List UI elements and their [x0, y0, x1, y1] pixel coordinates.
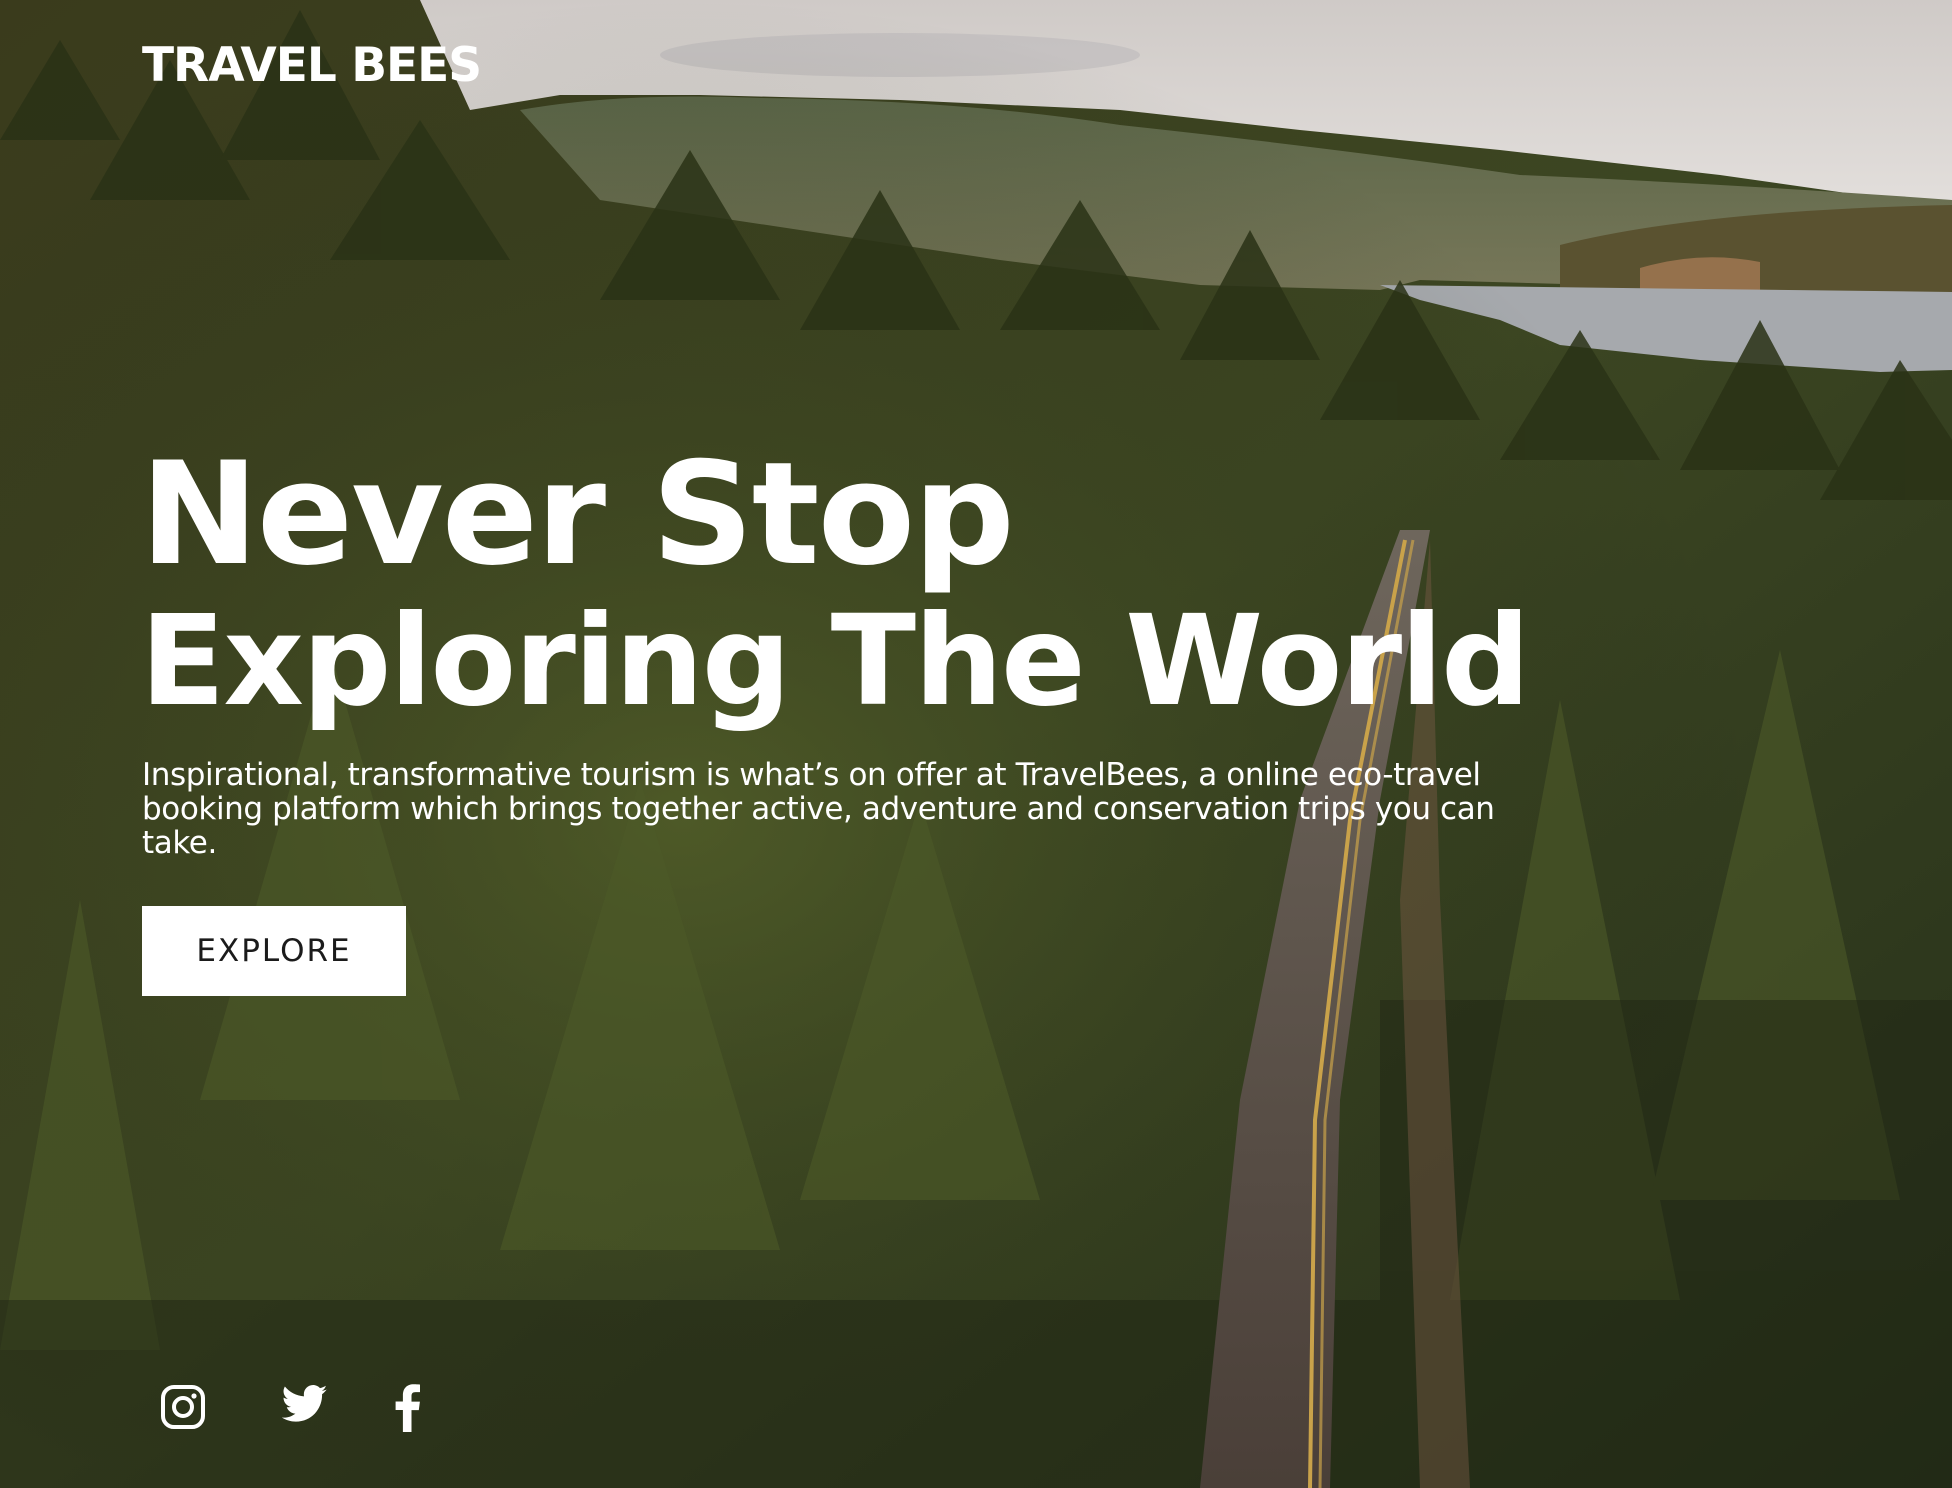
explore-button[interactable]: EXPLORE: [142, 906, 406, 996]
headline-line-1: Never Stop: [140, 432, 1015, 597]
twitter-link[interactable]: [282, 1384, 328, 1436]
hero-description: Inspirational, transformative tourism is…: [142, 757, 1495, 861]
headline-line-2: Exploring The World: [140, 589, 1531, 734]
twitter-icon: [282, 1385, 328, 1422]
facebook-link[interactable]: [392, 1384, 424, 1436]
hero-section: TRAVEL BEES Never Stop Exploring The Wor…: [0, 0, 1952, 1488]
hero-headline: Never Stop Exploring The World: [140, 432, 1531, 734]
brand-logo-text[interactable]: TRAVEL BEES: [142, 36, 482, 96]
facebook-icon: [395, 1384, 420, 1432]
instagram-link[interactable]: [160, 1384, 206, 1436]
instagram-icon: [161, 1385, 205, 1429]
forest-road-background-image: [0, 0, 1952, 1488]
